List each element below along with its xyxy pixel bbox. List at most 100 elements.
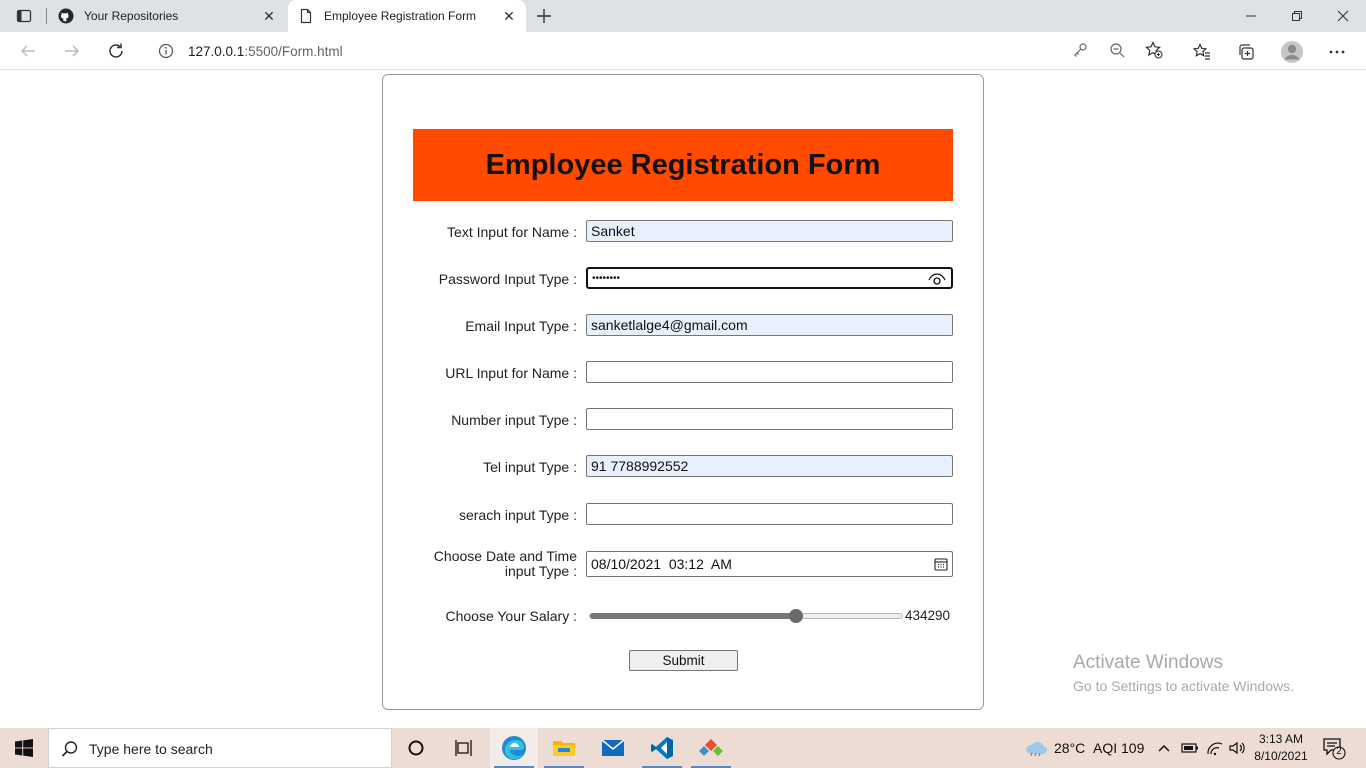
- chevron-up-icon[interactable]: [1157, 742, 1171, 754]
- search-placeholder: Type here to search: [89, 741, 213, 757]
- avatar-icon: [1281, 41, 1303, 63]
- email-label: Email Input Type :: [465, 318, 577, 334]
- favorites-button[interactable]: [1189, 39, 1215, 65]
- taskbar-vscode[interactable]: [638, 728, 686, 768]
- datetime-value: 08/10/2021 03:12 AM: [591, 556, 732, 572]
- weather-icon[interactable]: [1025, 740, 1047, 756]
- refresh-icon: [109, 43, 123, 58]
- calendar-icon[interactable]: [934, 557, 948, 571]
- back-arrow-icon: [20, 45, 35, 57]
- number-label: Number input Type :: [451, 412, 577, 428]
- tab-title: Your Repositories: [84, 9, 179, 23]
- zoom-button[interactable]: [1105, 38, 1129, 62]
- windows-logo-icon: [15, 739, 33, 757]
- salary-slider[interactable]: [589, 609, 903, 623]
- taskbar-edge[interactable]: [490, 728, 538, 768]
- tab-strip: Your Repositories ✕ Employee Registratio…: [0, 0, 1366, 32]
- form-row-number: Number input Type :: [383, 408, 985, 434]
- number-input[interactable]: [586, 408, 953, 430]
- page-icon: [300, 8, 312, 24]
- minimize-button[interactable]: [1228, 0, 1274, 32]
- minimize-icon: [1246, 15, 1256, 17]
- tab-actions-button[interactable]: [8, 4, 40, 28]
- taskbar-search[interactable]: Type here to search: [48, 728, 392, 768]
- new-tab-button[interactable]: [532, 4, 556, 28]
- collections-icon: [1239, 44, 1254, 60]
- restore-button[interactable]: [1274, 0, 1320, 32]
- wifi-icon[interactable]: [1206, 740, 1224, 756]
- salary-label: Choose Your Salary :: [445, 608, 577, 624]
- form-row-url: URL Input for Name :: [383, 361, 985, 387]
- search-input[interactable]: [586, 503, 953, 525]
- add-favorite-button[interactable]: [1142, 38, 1166, 62]
- form-row-tel: Tel input Type : 91 7788992552: [383, 455, 985, 481]
- name-label: Text Input for Name :: [447, 224, 577, 240]
- watermark-subtitle: Go to Settings to activate Windows.: [1073, 678, 1294, 694]
- tab-your-repositories[interactable]: Your Repositories ✕: [48, 0, 286, 32]
- form-row-password: Password Input Type : ••••••••: [383, 267, 985, 293]
- collections-button[interactable]: [1233, 39, 1259, 65]
- notification-count: 2: [1336, 746, 1342, 757]
- weather-temperature[interactable]: 28°C: [1054, 740, 1085, 756]
- star-add-icon: [1145, 41, 1163, 59]
- form-row-datetime: Choose Date and Time input Type : 08/10/…: [383, 549, 985, 579]
- refresh-button[interactable]: [102, 38, 130, 64]
- tab-actions-icon: [16, 9, 32, 23]
- tel-input[interactable]: 91 7788992552: [586, 455, 953, 477]
- volume-icon[interactable]: [1228, 740, 1246, 756]
- reveal-password-icon[interactable]: [928, 271, 946, 287]
- air-quality[interactable]: AQI 109: [1093, 740, 1144, 756]
- info-icon[interactable]: [158, 43, 174, 59]
- forward-button[interactable]: [58, 38, 86, 64]
- search-label: serach input Type :: [458, 507, 577, 523]
- salary-value: 434290: [905, 608, 951, 623]
- battery-icon[interactable]: [1181, 742, 1199, 754]
- back-button[interactable]: [14, 38, 42, 64]
- submit-button[interactable]: Submit: [629, 650, 738, 671]
- tab-close-icon[interactable]: ✕: [260, 7, 278, 25]
- profile-button[interactable]: [1279, 39, 1305, 65]
- form-row-name: Text Input for Name : Sanket: [383, 220, 985, 246]
- tab-title: Employee Registration Form: [324, 9, 477, 23]
- tab-separator: [46, 8, 47, 24]
- form-heading: Employee Registration Form: [485, 148, 881, 181]
- address-bar[interactable]: 127.0.0.1:5500/Form.html: [144, 35, 1174, 67]
- notification-center-button[interactable]: 2: [1322, 736, 1346, 760]
- email-input[interactable]: sanketlalge4@gmail.com: [586, 314, 953, 336]
- url-input[interactable]: [586, 361, 953, 383]
- datetime-input[interactable]: 08/10/2021 03:12 AM: [586, 551, 953, 577]
- password-label: Password Input Type :: [438, 271, 577, 287]
- activate-windows-watermark: Activate Windows Go to Settings to activ…: [1073, 652, 1294, 694]
- key-icon: [1074, 43, 1087, 57]
- name-value: Sanket: [591, 223, 635, 239]
- tab-close-icon[interactable]: ✕: [500, 7, 518, 25]
- password-key-button[interactable]: [1068, 38, 1092, 62]
- registration-form-card: Employee Registration Form Text Input fo…: [382, 74, 984, 710]
- taskbar-git[interactable]: [687, 728, 735, 768]
- settings-menu-button[interactable]: [1324, 39, 1350, 65]
- name-input[interactable]: Sanket: [586, 220, 953, 242]
- cortana-button[interactable]: [392, 728, 440, 768]
- taskbar-mail[interactable]: [589, 728, 637, 768]
- close-window-button[interactable]: [1320, 0, 1366, 32]
- system-clock[interactable]: 3:13 AM 8/10/2021: [1252, 731, 1310, 765]
- forward-arrow-icon: [65, 45, 80, 57]
- tab-employee-registration-form[interactable]: Employee Registration Form ✕: [288, 0, 526, 32]
- start-button[interactable]: [0, 728, 48, 768]
- form-row-email: Email Input Type : sanketlalge4@gmail.co…: [383, 314, 985, 340]
- zoom-out-icon: [1110, 43, 1125, 58]
- taskbar-file-explorer[interactable]: [540, 728, 588, 768]
- password-input[interactable]: ••••••••: [586, 267, 953, 289]
- cortana-circle-icon: [408, 740, 424, 756]
- folder-icon: [553, 741, 575, 756]
- url-text[interactable]: 127.0.0.1:5500/Form.html: [188, 44, 343, 59]
- tel-value: 91 7788992552: [591, 458, 689, 474]
- task-view-icon: [455, 740, 472, 756]
- plus-icon: [537, 9, 551, 23]
- salary-slider-fill: [590, 613, 796, 619]
- tel-label: Tel input Type :: [483, 459, 577, 475]
- restore-icon: [1292, 11, 1302, 21]
- task-view-button[interactable]: [440, 728, 488, 768]
- form-row-search: serach input Type :: [383, 503, 985, 529]
- salary-slider-thumb[interactable]: [788, 609, 803, 623]
